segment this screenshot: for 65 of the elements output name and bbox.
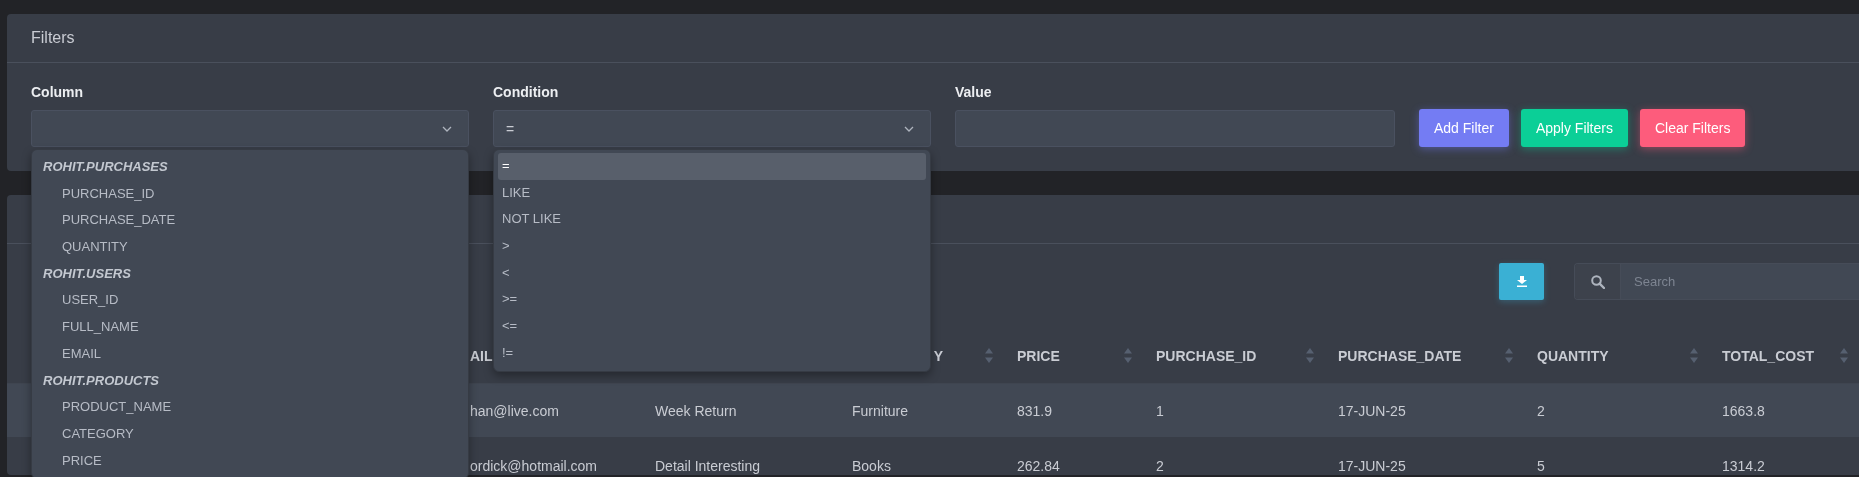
- table-cell: 2: [1156, 457, 1164, 474]
- table-cell: 17-JUN-25: [1338, 402, 1406, 419]
- download-button[interactable]: [1499, 263, 1544, 300]
- dropdown-option[interactable]: USER_ID: [36, 287, 464, 315]
- table-cell: Furniture: [852, 402, 909, 419]
- column-header[interactable]: AIL: [470, 347, 493, 364]
- download-icon: [1516, 276, 1527, 287]
- table-cell: 1663.8: [1722, 402, 1765, 419]
- column-header[interactable]: Y: [933, 347, 943, 364]
- dropdown-option[interactable]: PURCHASE_DATE: [36, 207, 464, 235]
- column-header[interactable]: PURCHASE_DATE: [1338, 347, 1462, 364]
- table-cell: 2: [1537, 402, 1545, 419]
- column-header[interactable]: QUANTITY: [1537, 347, 1609, 364]
- table-cell: 1: [1156, 402, 1164, 419]
- sort-icon: [1124, 348, 1132, 363]
- dropdown-option[interactable]: PRODUCT_NAME: [36, 394, 464, 421]
- column-select[interactable]: [31, 110, 469, 147]
- select-value: =: [506, 120, 515, 137]
- dropdown-option[interactable]: <: [498, 259, 926, 287]
- field-label: Column: [31, 84, 85, 102]
- filter-button[interactable]: Add Filter: [1419, 109, 1509, 147]
- value-input[interactable]: [955, 110, 1395, 147]
- dropdown-option[interactable]: PURCHASE_ID: [36, 180, 464, 208]
- table-cell: 1314.2: [1722, 457, 1765, 474]
- dropdown-option[interactable]: LIKE: [498, 179, 926, 207]
- option-group-label: ROHIT.USERS: [42, 264, 132, 283]
- dropdown-option[interactable]: >=: [498, 286, 926, 314]
- search-field[interactable]: Search: [1574, 263, 1859, 300]
- sort-icon: [1306, 348, 1314, 363]
- dropdown-option[interactable]: QUANTITY: [36, 234, 464, 261]
- dropdown-option[interactable]: FULL_NAME: [36, 314, 464, 341]
- table-cell: Detail Interesting: [655, 457, 761, 474]
- dropdown-option[interactable]: NOT LIKE: [498, 206, 926, 234]
- column-header[interactable]: PRICE: [1017, 347, 1060, 364]
- field-label: Condition: [493, 84, 560, 102]
- sort-icon: [1505, 348, 1513, 363]
- table-cell: han@live.com: [470, 402, 559, 419]
- dropdown-option[interactable]: >: [498, 233, 926, 260]
- dropdown-option[interactable]: !=: [498, 339, 926, 367]
- dropdown-option[interactable]: <=: [498, 313, 926, 340]
- table-cell: 831.9: [1017, 402, 1053, 419]
- option-group-label: ROHIT.PRODUCTS: [42, 371, 161, 390]
- search-icon: [1590, 274, 1605, 289]
- dropdown-option[interactable]: PRICE: [36, 447, 464, 475]
- sort-icon: [985, 348, 993, 363]
- sort-icon: [1840, 348, 1848, 363]
- dropdown-option[interactable]: CATEGORY: [36, 420, 464, 448]
- chevron-down-icon: [904, 125, 914, 132]
- dropdown-option[interactable]: EMAIL: [36, 340, 464, 368]
- column-header[interactable]: TOTAL_COST: [1722, 347, 1815, 364]
- option-group-label: ROHIT.PURCHASES: [42, 158, 169, 176]
- column-header[interactable]: PURCHASE_ID: [1156, 347, 1257, 364]
- card-title: Filters: [31, 29, 75, 47]
- chevron-down-icon: [442, 125, 452, 132]
- dropdown-option[interactable]: =: [498, 153, 926, 180]
- field-label: Value: [955, 84, 993, 102]
- table-cell: 5: [1537, 457, 1545, 474]
- table-cell: Books: [852, 457, 891, 474]
- filter-button[interactable]: Clear Filters: [1639, 109, 1746, 147]
- table-cell: 262.84: [1017, 457, 1060, 474]
- condition-select[interactable]: =: [493, 110, 931, 147]
- table-cell: ordick@hotmail.com: [470, 457, 598, 474]
- sort-icon: [1690, 348, 1698, 363]
- table-cell: Week Return: [655, 402, 737, 419]
- table-cell: 17-JUN-25: [1338, 457, 1406, 474]
